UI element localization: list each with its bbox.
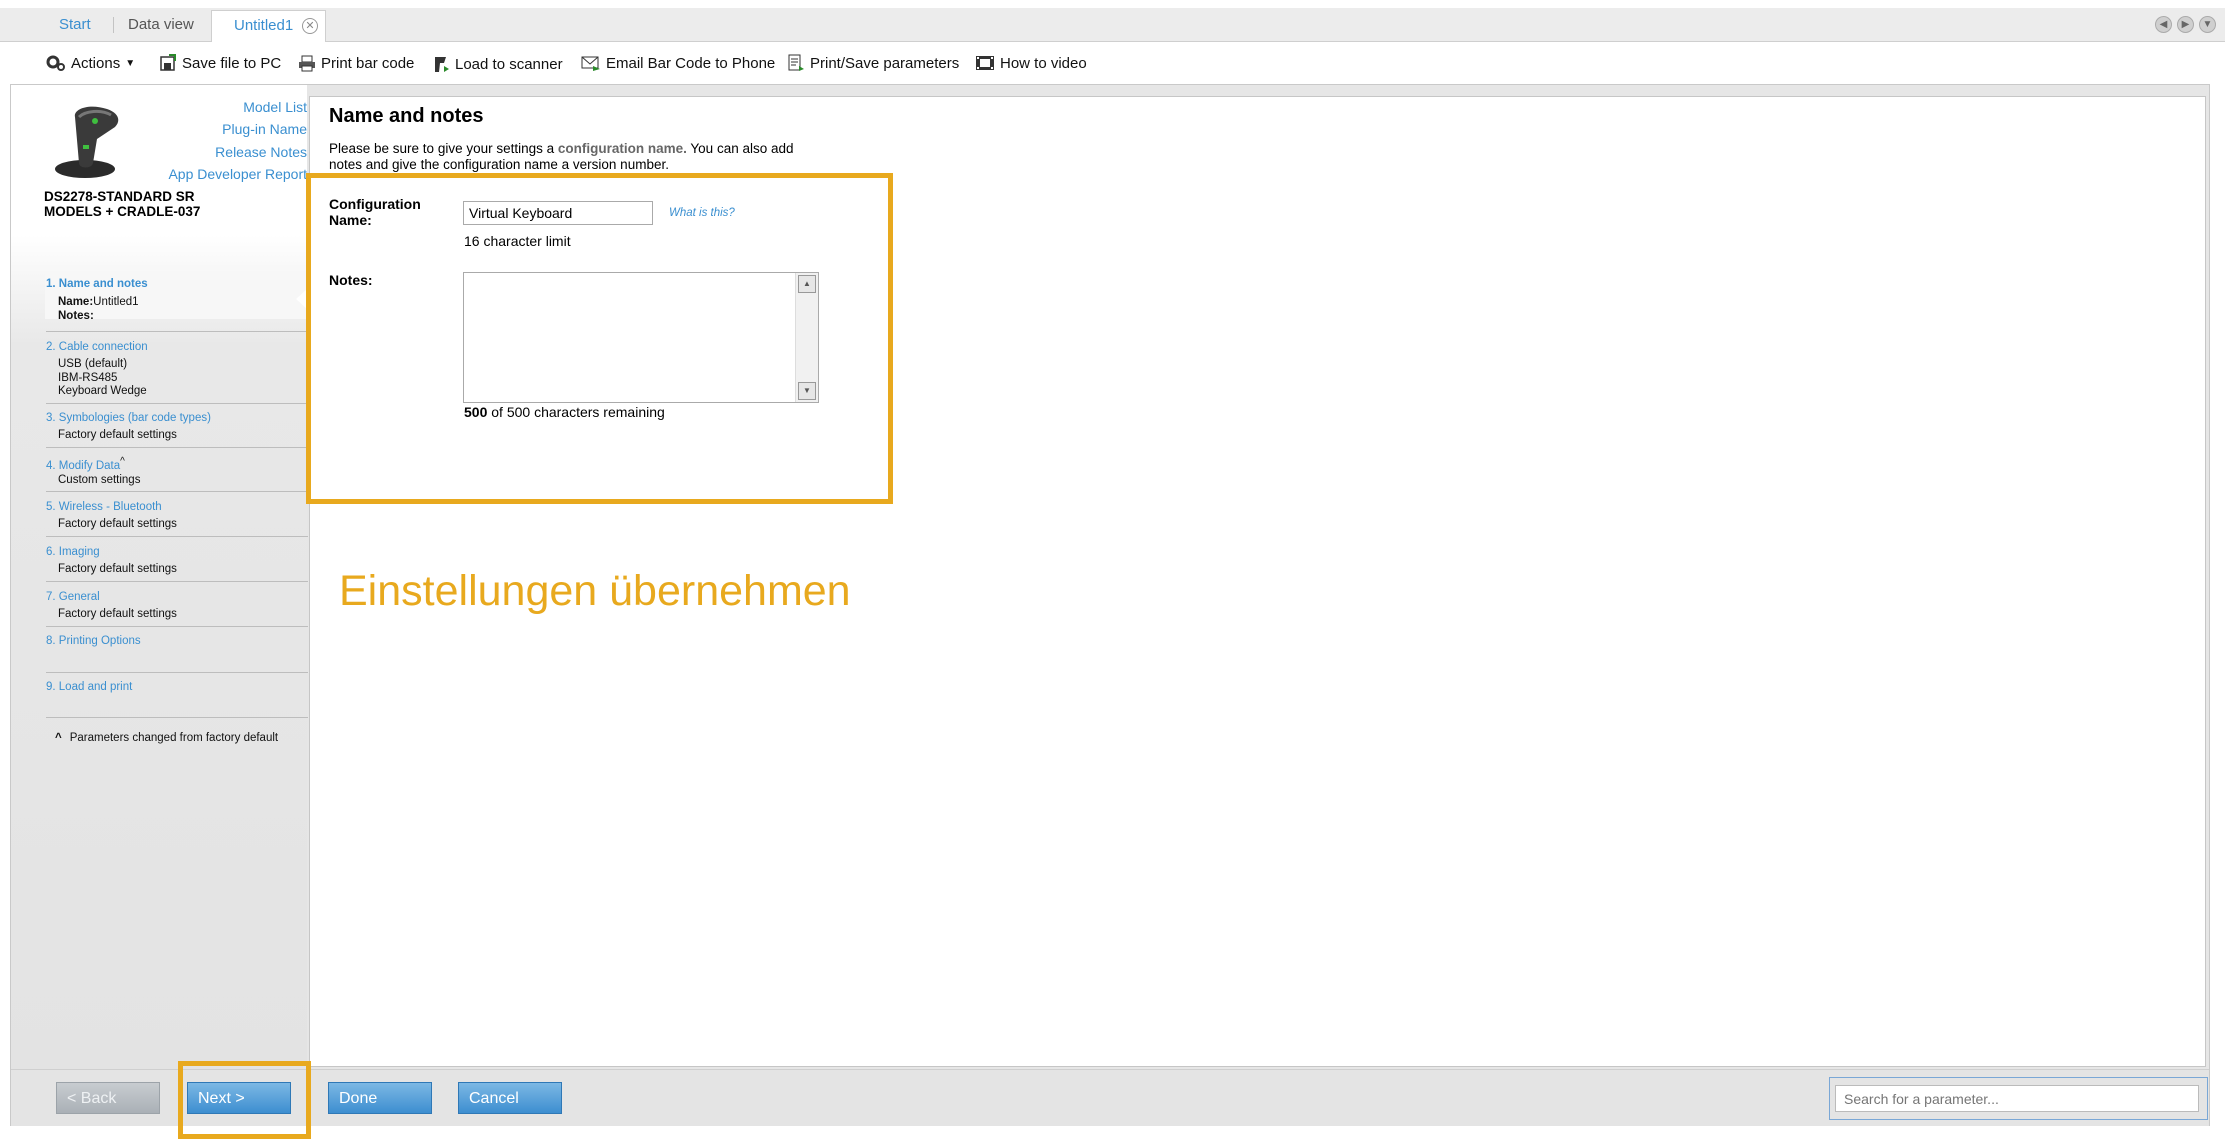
print-barcode-button[interactable]: Print bar code (298, 54, 414, 72)
footnote: ^ Parameters changed from factory default (55, 732, 278, 744)
highlight-box-next (178, 1061, 311, 1139)
dropdown-icon[interactable]: ▼ (2199, 16, 2216, 33)
print-save-params-label: Print/Save parameters (810, 54, 960, 72)
intro-bold: configuration name. (557, 141, 687, 156)
sidebar-step-name-and-notes[interactable]: 1. Name and notes (46, 278, 148, 290)
tab-separator (113, 17, 114, 33)
printer-icon (299, 55, 315, 72)
step1-notes-label: Notes: (58, 309, 94, 322)
step2-details: USB (default) IBM-RS485 Keyboard Wedge (58, 358, 147, 399)
actions-menu-button[interactable]: Actions ▼ (46, 54, 135, 72)
sidebar-step-symbologies[interactable]: 3. Symbologies (bar code types) (46, 412, 211, 424)
sidebar-step-general[interactable]: 7. General (46, 591, 100, 603)
step2-line: IBM-RS485 (58, 371, 118, 384)
divider (46, 581, 308, 582)
divider (46, 626, 308, 627)
cancel-button[interactable]: Cancel (458, 1082, 562, 1114)
divider (46, 403, 308, 404)
document-icon (788, 54, 804, 71)
sidebar-step-wireless-bluetooth[interactable]: 5. Wireless - Bluetooth (46, 501, 162, 513)
sidebar: Model List Plug-in Name Release Notes Ap… (11, 85, 308, 1069)
print-barcode-label: Print bar code (321, 54, 415, 72)
step2-line: USB (default) (58, 358, 128, 370)
search-input[interactable] (1835, 1085, 2199, 1112)
intro-line2: notes and give the configuration name a … (329, 157, 669, 172)
save-file-icon (160, 54, 176, 71)
step4-details: Custom settings (58, 474, 141, 486)
step1-name-value: Untitled1 (93, 296, 139, 308)
footnote-marker: ^ (55, 732, 62, 744)
step3-details: Factory default settings (58, 429, 177, 441)
toolbar: Actions ▼ Save file to PC Print bar code… (0, 44, 2225, 84)
search-box (1829, 1077, 2208, 1120)
actions-label: Actions (71, 54, 121, 72)
changed-marker: ^ (120, 456, 125, 467)
email-barcode-label: Email Bar Code to Phone (606, 54, 776, 72)
how-to-video-button[interactable]: How to video (975, 54, 1087, 72)
sidebar-step-modify-data[interactable]: 4. Modify Data^ (46, 456, 125, 472)
scroll-right-icon[interactable]: ▶ (2177, 16, 2194, 33)
save-file-label: Save file to PC (182, 54, 282, 72)
print-save-params-button[interactable]: Print/Save parameters (787, 54, 959, 72)
email-barcode-button[interactable]: Email Bar Code to Phone (581, 54, 775, 72)
footnote-text: Parameters changed from factory default (69, 732, 279, 744)
tab-start[interactable]: Start (59, 8, 91, 41)
step4-label: 4. Modify Data (46, 459, 121, 472)
scroll-left-icon[interactable]: ◀ (2155, 16, 2172, 33)
sidebar-step-load-and-print[interactable]: 9. Load and print (46, 681, 132, 693)
page-title: Name and notes (329, 105, 484, 127)
sidebar-step-imaging[interactable]: 6. Imaging (46, 546, 100, 558)
load-scanner-label: Load to scanner (455, 55, 563, 73)
save-file-button[interactable]: Save file to PC (159, 54, 281, 72)
tab-bar: Start Data view Untitled1 ✕ ◀ ▶ ▼ (0, 8, 2225, 42)
tab-data-view[interactable]: Data view (128, 8, 194, 41)
step5-details: Factory default settings (58, 518, 177, 530)
tab-label: Untitled1 (234, 17, 294, 34)
step1-name-label: Name: (58, 296, 94, 308)
how-to-video-label: How to video (1000, 54, 1087, 72)
model-name: DS2278-STANDARD SR MODELS + CRADLE-037 (44, 189, 200, 219)
step6-details: Factory default settings (58, 563, 177, 575)
highlight-box-form (306, 173, 893, 504)
done-button[interactable]: Done (328, 1082, 432, 1114)
chevron-down-icon: ▼ (125, 57, 136, 69)
divider (46, 717, 308, 718)
model-name-line1: DS2278-STANDARD SR (44, 189, 195, 204)
divider (46, 672, 308, 673)
divider (46, 491, 308, 492)
step2-line: Keyboard Wedge (58, 385, 147, 397)
sidebar-step-printing-options[interactable]: 8. Printing Options (46, 635, 141, 647)
intro-text: Please be sure to give your settings a c… (329, 141, 889, 173)
divider (46, 447, 308, 448)
step1-details: Name:Untitled1 Notes: (58, 296, 139, 323)
divider (46, 331, 308, 332)
tab-untitled1[interactable]: Untitled1 ✕ (211, 10, 326, 42)
film-icon (976, 56, 994, 70)
step7-details: Factory default settings (58, 608, 177, 620)
sidebar-step-cable-connection[interactable]: 2. Cable connection (46, 341, 148, 353)
annotation-text: Einstellungen übernehmen (339, 567, 851, 615)
intro-part: Please be sure to give your settings a (329, 141, 558, 156)
close-tab-icon[interactable]: ✕ (302, 18, 318, 34)
model-list-link[interactable]: Model List (243, 99, 307, 115)
divider (46, 536, 308, 537)
back-button[interactable]: < Back (56, 1082, 160, 1114)
scanner-icon (435, 57, 449, 72)
model-name-line2: MODELS + CRADLE-037 (44, 204, 201, 219)
app-developer-report-link[interactable]: App Developer Report (168, 166, 307, 182)
release-notes-link[interactable]: Release Notes (215, 144, 307, 160)
intro-part: You can also add (686, 141, 794, 156)
email-icon (581, 56, 600, 71)
plugin-name-link[interactable]: Plug-in Name (222, 121, 307, 137)
gears-icon (46, 55, 65, 71)
load-scanner-button[interactable]: Load to scanner (432, 54, 563, 74)
